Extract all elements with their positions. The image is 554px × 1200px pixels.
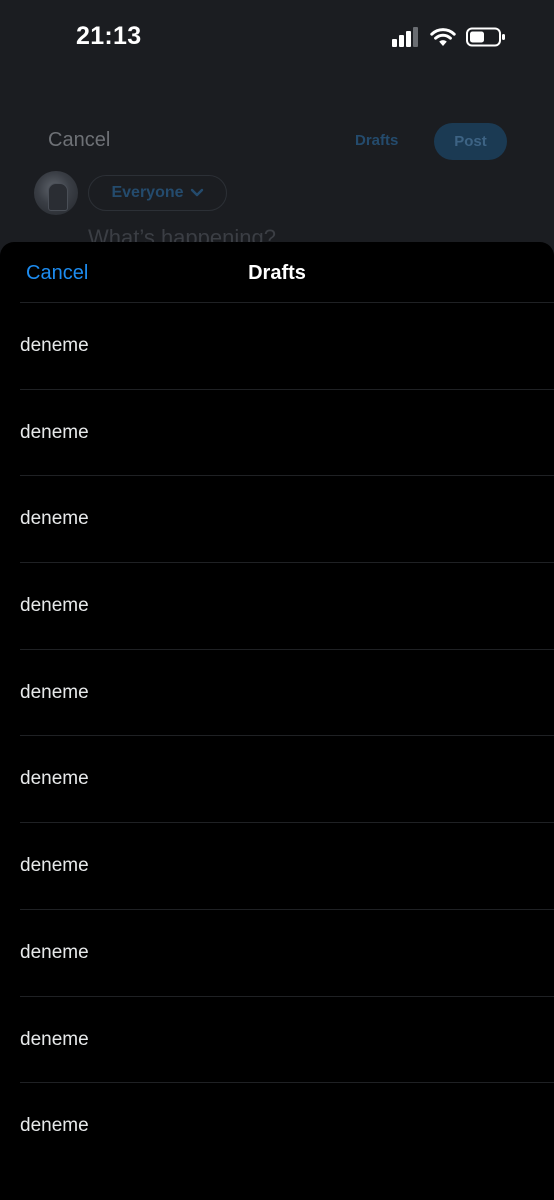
draft-item[interactable]: deneme: [20, 735, 554, 822]
draft-item-text: deneme: [20, 681, 89, 703]
avatar: [34, 171, 78, 215]
draft-item-text: deneme: [20, 335, 89, 356]
audience-selector[interactable]: Everyone: [88, 175, 227, 211]
cellular-signal-icon: [392, 27, 418, 47]
draft-item-text: deneme: [20, 941, 89, 963]
chevron-down-icon: [190, 188, 203, 197]
drafts-sheet-header: Cancel Drafts: [0, 242, 554, 302]
draft-item[interactable]: deneme: [20, 995, 554, 1083]
draft-item-text: deneme: [20, 421, 89, 443]
compose-post-screen: Cancel Drafts Post Everyone What’s happe…: [0, 80, 554, 250]
draft-item[interactable]: deneme: [20, 1082, 554, 1169]
status-bar: 21:13: [0, 0, 554, 80]
post-button[interactable]: Post: [434, 123, 507, 160]
drafts-sheet: Cancel Drafts deneme deneme deneme denem…: [0, 242, 554, 1200]
draft-item-text: deneme: [20, 1115, 89, 1137]
draft-item-text: deneme: [20, 508, 89, 530]
avatar-figure: [48, 183, 68, 211]
status-icons: [392, 26, 506, 48]
draft-item-text: deneme: [20, 855, 89, 877]
composer-cancel-button[interactable]: Cancel: [48, 129, 110, 152]
status-time: 21:13: [76, 22, 142, 50]
wifi-icon: [430, 28, 456, 46]
draft-item[interactable]: deneme: [20, 388, 554, 476]
drafts-cancel-button[interactable]: Cancel: [26, 262, 88, 285]
draft-item-text: deneme: [20, 768, 89, 790]
draft-item[interactable]: deneme: [20, 475, 554, 562]
draft-item[interactable]: deneme: [20, 648, 554, 736]
battery-icon: [466, 27, 505, 47]
draft-item[interactable]: deneme: [20, 302, 554, 389]
drafts-list: deneme deneme deneme deneme deneme denem…: [0, 302, 554, 1169]
screen: 21:13 Cancel Drafts Post Everyone What’s…: [0, 0, 554, 1200]
draft-item-text: deneme: [20, 1028, 89, 1050]
audience-label: Everyone: [111, 184, 184, 201]
composer-drafts-button[interactable]: Drafts: [355, 132, 398, 149]
draft-item[interactable]: deneme: [20, 562, 554, 649]
draft-item[interactable]: deneme: [20, 822, 554, 909]
draft-item[interactable]: deneme: [20, 908, 554, 996]
draft-item-text: deneme: [20, 595, 89, 617]
